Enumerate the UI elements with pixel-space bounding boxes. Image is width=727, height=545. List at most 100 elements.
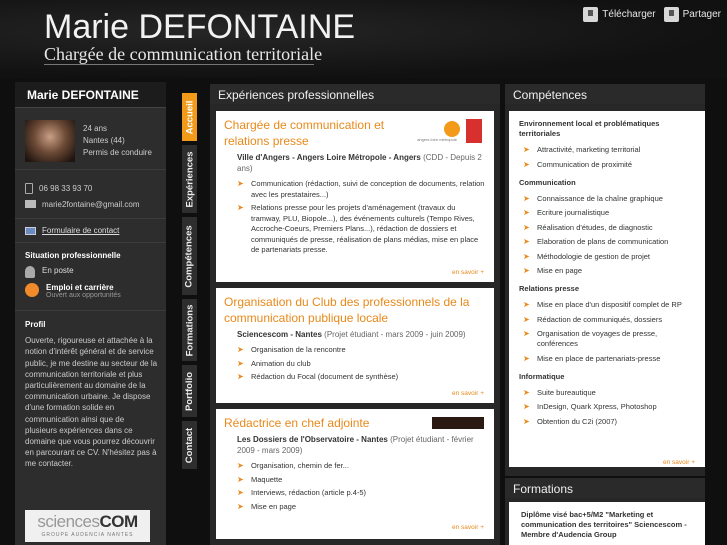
email-address[interactable]: marie2fontaine@gmail.com	[42, 200, 140, 209]
employment-title: Emploi et carrière	[46, 283, 114, 292]
competence-category: Relations presse	[519, 284, 580, 293]
competence-category: Informatique	[519, 371, 565, 381]
list-item: InDesign, Quark Xpress, Photoshop	[523, 402, 697, 412]
job-org: Sciencescom - Nantes (Projet étudiant - …	[237, 329, 486, 340]
job-tasks: Organisation de la rencontre Animation d…	[237, 345, 486, 383]
profile-age: 24 ans	[83, 124, 108, 133]
tab-portfolio[interactable]: Portfolio	[182, 365, 197, 417]
profil-text: Ouverte, rigoureuse et attachée à la not…	[25, 336, 158, 469]
tab-competences[interactable]: Compétences	[182, 217, 197, 295]
more-link[interactable]: en savoir +	[452, 390, 484, 397]
list-item: Réalisation d'études, de diagnostic	[523, 223, 697, 233]
sidebar-title: Marie DEFONTAINE	[15, 82, 166, 108]
list-item: Rédaction de communiqués, dossiers	[523, 315, 697, 325]
list-item: Elaboration de plans de communication	[523, 237, 697, 247]
tab-label: Contact	[184, 427, 195, 463]
competence-category: Communication	[519, 177, 576, 187]
list-item: Connaissance de la chaîne graphique	[523, 194, 697, 204]
phone-number: 06 98 33 93 70	[39, 183, 93, 193]
sciencescom-logo[interactable]: sciencesCOM GROUPE AUDENCIA NANTES	[25, 510, 150, 542]
avatar	[25, 120, 75, 162]
list-item: Maquette	[237, 475, 486, 486]
competences-body: Environnement local et problématiques te…	[509, 111, 705, 467]
tab-label: Portfolio	[184, 371, 195, 411]
competences-panel: Environnement local et problématiques te…	[505, 104, 705, 476]
contact-form-link[interactable]: Formulaire de contact	[42, 226, 119, 235]
list-item: Ecriture journalistique	[523, 208, 697, 218]
profile-location: Nantes (44)	[83, 136, 125, 145]
tab-label: Expériences	[184, 151, 196, 207]
observatoire-logo	[432, 417, 484, 429]
angers-logo-caption: angers loire métropole	[417, 137, 457, 142]
profile-info: 24 ans Nantes (44) Permis de conduire	[83, 123, 152, 159]
more-link[interactable]: en savoir +	[452, 269, 484, 276]
share-button[interactable]: Partager	[663, 7, 721, 22]
job-org-name: Sciencescom - Nantes	[237, 330, 322, 339]
tab-label: Accueil	[184, 100, 196, 134]
job-card: Chargée de communication et relations pr…	[216, 111, 494, 282]
profil-section: Profil Ouverte, rigoureuse et attachée à…	[15, 311, 166, 470]
experiences-heading: Expériences professionnelles	[210, 84, 500, 104]
site-name: Marie DEFONTAINE	[44, 8, 356, 46]
list-item: Mise en page	[523, 266, 697, 276]
formations-panel: Formations Diplôme visé bac+5/M2 "Market…	[505, 478, 705, 545]
share-label: Partager	[682, 9, 721, 20]
download-label: Télécharger	[602, 9, 656, 20]
tab-label: Compétences	[184, 224, 195, 288]
tab-experiences[interactable]: Expériences	[182, 145, 197, 213]
form-icon	[25, 226, 36, 235]
contact-info: 06 98 33 93 70 marie2fontaine@gmail.com	[15, 170, 166, 219]
situation-section: Situation professionnelle En poste Emplo…	[15, 243, 166, 311]
tagline-divider	[44, 64, 314, 65]
list-item: Rédaction du Focal (document de synthèse…	[237, 372, 486, 383]
profil-title: Profil	[25, 320, 46, 329]
list-item: Organisation de la rencontre	[237, 345, 486, 356]
site-tagline: Chargée de communication territoriale	[44, 44, 323, 64]
experiences-panel: Chargée de communication et relations pr…	[210, 104, 500, 545]
job-org: Les Dossiers de l'Observatoire - Nantes …	[237, 434, 486, 456]
job-period: (Projet étudiant - mars 2009 - juin 2009…	[324, 330, 466, 339]
job-tasks: Communication (rédaction, suivi de conce…	[237, 179, 486, 256]
profile-card: 24 ans Nantes (44) Permis de conduire	[15, 108, 166, 170]
site-header: Marie DEFONTAINE Chargée de communicatio…	[0, 0, 727, 78]
tab-formations[interactable]: Formations	[182, 299, 197, 361]
download-button[interactable]: Télécharger	[583, 7, 656, 22]
more-link[interactable]: en savoir +	[452, 524, 484, 531]
job-title[interactable]: Organisation du Club des professionnels …	[224, 294, 486, 326]
contact-form-row: Formulaire de contact	[15, 219, 166, 243]
list-item: Organisation de voyages de presse, confé…	[523, 329, 697, 349]
list-item: Relations presse pour les projets d'amén…	[237, 203, 486, 256]
tab-contact[interactable]: Contact	[182, 421, 197, 469]
situation-status: En poste	[42, 266, 74, 275]
formations-body: Diplôme visé bac+5/M2 "Marketing et comm…	[509, 502, 705, 545]
logo-sub: GROUPE AUDENCIA NANTES	[41, 532, 134, 538]
phone-icon	[25, 182, 33, 194]
list-item: Interviews, rédaction (article p.4-5)	[237, 488, 486, 499]
job-org-name: Ville d'Angers - Angers Loire Métropole …	[237, 153, 421, 162]
formation-text: Diplôme visé bac+5/M2 "Marketing et comm…	[521, 510, 687, 539]
list-item: Obtention du C2i (2007)	[523, 417, 697, 427]
list-item: Organisation, chemin de fer...	[237, 461, 486, 472]
list-item: Méthodologie de gestion de projet	[523, 252, 697, 262]
competences-heading: Compétences	[505, 84, 705, 104]
angers-city-logo	[466, 119, 482, 143]
situation-title: Situation professionnelle	[25, 251, 121, 260]
person-icon	[25, 266, 35, 278]
job-org-name: Les Dossiers de l'Observatoire - Nantes	[237, 435, 388, 444]
formations-heading: Formations	[505, 478, 705, 498]
profile-license: Permis de conduire	[83, 148, 152, 157]
job-title[interactable]: Chargée de communication et relations pr…	[224, 117, 414, 149]
list-item: Communication (rédaction, suivi de conce…	[237, 179, 486, 200]
angers-logo	[444, 121, 460, 137]
job-card: Organisation du Club des professionnels …	[216, 288, 494, 403]
job-card: Rédactrice en chef adjointe Les Dossiers…	[216, 409, 494, 539]
tab-accueil[interactable]: Accueil	[182, 93, 197, 141]
job-org: Ville d'Angers - Angers Loire Métropole …	[237, 152, 486, 174]
job-tasks: Organisation, chemin de fer... Maquette …	[237, 461, 486, 512]
competence-category: Environnement local et problématiques te…	[519, 119, 660, 138]
download-icon	[583, 7, 599, 22]
tab-label: Formations	[184, 304, 196, 356]
more-link[interactable]: en savoir +	[663, 459, 695, 466]
employment-icon	[25, 283, 39, 297]
sidebar: Marie DEFONTAINE 24 ans Nantes (44) Perm…	[15, 82, 166, 545]
